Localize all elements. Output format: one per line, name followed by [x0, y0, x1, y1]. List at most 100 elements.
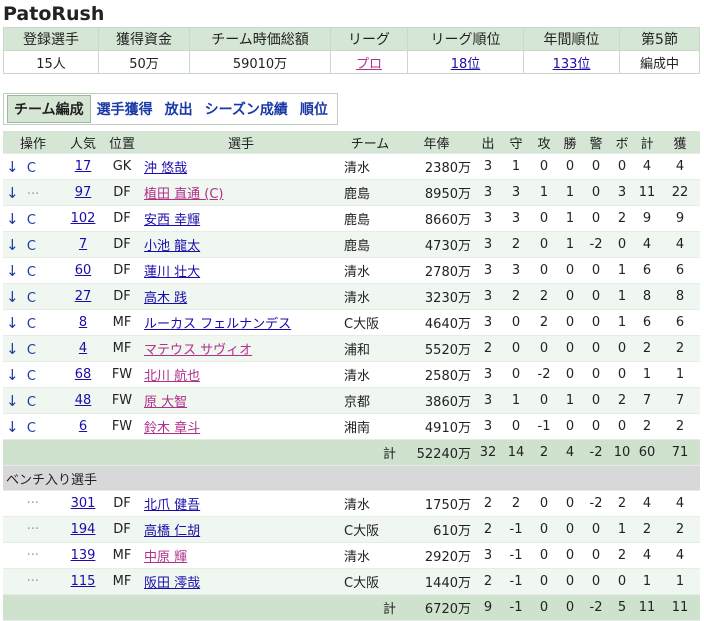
popularity-link[interactable]: 301	[71, 496, 96, 511]
popularity-link[interactable]: 48	[75, 393, 92, 408]
captain-button[interactable]: C	[27, 317, 36, 332]
stat: 4	[634, 231, 660, 258]
captain-button[interactable]: C	[27, 421, 36, 436]
popularity-link[interactable]: 8	[79, 315, 87, 330]
stat: 4	[634, 153, 660, 180]
tab-standings[interactable]: 順位	[294, 96, 334, 122]
tab-release[interactable]: 放出	[159, 96, 199, 122]
player-name-link[interactable]: 安西 幸輝	[144, 213, 200, 228]
captain-button[interactable]: C	[27, 161, 36, 176]
league-link[interactable]: プロ	[356, 57, 382, 72]
stat: 0	[558, 542, 582, 569]
move-down-icon[interactable]: ↓	[6, 366, 19, 384]
popularity-link[interactable]: 27	[75, 289, 92, 304]
stat: 2	[474, 490, 502, 517]
club: 鹿島	[341, 205, 399, 232]
popularity-link[interactable]: 115	[71, 574, 96, 589]
more-options-icon[interactable]: ···	[27, 187, 39, 202]
stat: 2	[610, 387, 634, 414]
player-name-link[interactable]: 北川 航也	[144, 369, 200, 384]
stat: 2	[634, 516, 660, 543]
stat: -1	[502, 542, 530, 569]
tab-team-formation[interactable]: チーム編成	[7, 95, 91, 123]
move-down-icon[interactable]: ↓	[6, 184, 19, 202]
player-name-link[interactable]: 阪田 澪哉	[144, 576, 200, 591]
club: 鹿島	[341, 179, 399, 206]
move-down-icon[interactable]: ↓	[6, 236, 19, 254]
popularity-link[interactable]: 17	[75, 159, 92, 174]
popularity-link[interactable]: 68	[75, 367, 92, 382]
player-row: ↓ C 48 FW 原 大智 京都 3860万 3 1 0 1 0 2 7 7	[3, 387, 700, 414]
stat: 3	[474, 257, 502, 284]
club: 清水	[341, 490, 399, 517]
stat: 4	[660, 542, 700, 569]
player-name-link[interactable]: 高木 践	[144, 291, 187, 306]
stat: 0	[530, 257, 558, 284]
club: 清水	[341, 542, 399, 569]
league-rank-link[interactable]: 18位	[451, 57, 481, 72]
player-name-link[interactable]: 鈴木 章斗	[144, 421, 200, 436]
popularity-link[interactable]: 60	[75, 263, 92, 278]
more-options-icon[interactable]: ···	[27, 574, 39, 589]
stat: 0	[582, 361, 610, 388]
captain-button[interactable]: C	[27, 395, 36, 410]
stat: 2	[502, 490, 530, 517]
stat: 1	[610, 309, 634, 336]
player-name-link[interactable]: ルーカス フェルナンデス	[144, 317, 291, 332]
player-name-link[interactable]: 高橋 仁胡	[144, 524, 200, 539]
move-down-icon[interactable]: ↓	[6, 210, 19, 228]
club: 湘南	[341, 413, 399, 440]
stat: 0	[558, 516, 582, 543]
stat: 0	[530, 231, 558, 258]
starters-total-row: 計 52240万 32 14 2 4 -2 10 60 71	[3, 439, 700, 466]
move-down-icon[interactable]: ↓	[6, 392, 19, 410]
stat: 1	[558, 231, 582, 258]
move-down-icon[interactable]: ↓	[6, 418, 19, 436]
move-down-icon[interactable]: ↓	[6, 340, 19, 358]
player-name-link[interactable]: 北爪 健吾	[144, 498, 200, 513]
player-row: ↓ C 6 FW 鈴木 章斗 湘南 4910万 3 0 -1 0 0 0 2 2	[3, 413, 700, 440]
tab-season-results[interactable]: シーズン成績	[199, 96, 294, 122]
position: DF	[103, 283, 141, 310]
more-options-icon[interactable]: ···	[27, 548, 39, 563]
move-down-icon[interactable]: ↓	[6, 262, 19, 280]
stat: 0	[530, 490, 558, 517]
position: DF	[103, 205, 141, 232]
captain-button[interactable]: C	[27, 291, 36, 306]
tab-player-acquisition[interactable]: 選手獲得	[91, 96, 159, 122]
player-name-link[interactable]: 蓮川 壮大	[144, 265, 200, 280]
popularity-link[interactable]: 97	[75, 185, 92, 200]
popularity-link[interactable]: 6	[79, 419, 87, 434]
salary: 4910万	[399, 413, 474, 440]
captain-button[interactable]: C	[27, 239, 36, 254]
player-name-link[interactable]: 中原 輝	[144, 550, 187, 565]
operation-cell: ↓ C	[3, 387, 63, 414]
stat: 0	[530, 387, 558, 414]
popularity-link[interactable]: 194	[71, 522, 96, 537]
move-down-icon[interactable]: ↓	[6, 288, 19, 306]
stat: 0	[502, 361, 530, 388]
stat: -1	[530, 413, 558, 440]
player-name-link[interactable]: 原 大智	[144, 395, 187, 410]
player-name-link[interactable]: マテウス サヴィオ	[144, 343, 252, 358]
captain-button[interactable]: C	[27, 213, 36, 228]
total-salary: 52240万	[399, 439, 474, 466]
more-options-icon[interactable]: ···	[27, 522, 39, 537]
stat: 0	[582, 257, 610, 284]
popularity-link[interactable]: 7	[79, 237, 87, 252]
player-name-link[interactable]: 沖 悠哉	[144, 161, 187, 176]
annual-rank-link[interactable]: 133位	[553, 57, 591, 72]
total-stat: 9	[474, 594, 502, 621]
move-down-icon[interactable]: ↓	[6, 314, 19, 332]
popularity-link[interactable]: 102	[71, 211, 96, 226]
more-options-icon[interactable]: ···	[27, 496, 39, 511]
player-name-link[interactable]: 植田 直通 (C)	[144, 187, 224, 202]
move-down-icon[interactable]: ↓	[6, 158, 19, 176]
captain-button[interactable]: C	[27, 265, 36, 280]
captain-button[interactable]: C	[27, 369, 36, 384]
popularity-link[interactable]: 139	[71, 548, 96, 563]
popularity-link[interactable]: 4	[79, 341, 87, 356]
captain-button[interactable]: C	[27, 343, 36, 358]
round-status: 編成中	[619, 50, 700, 74]
player-name-link[interactable]: 小池 龍太	[144, 239, 200, 254]
